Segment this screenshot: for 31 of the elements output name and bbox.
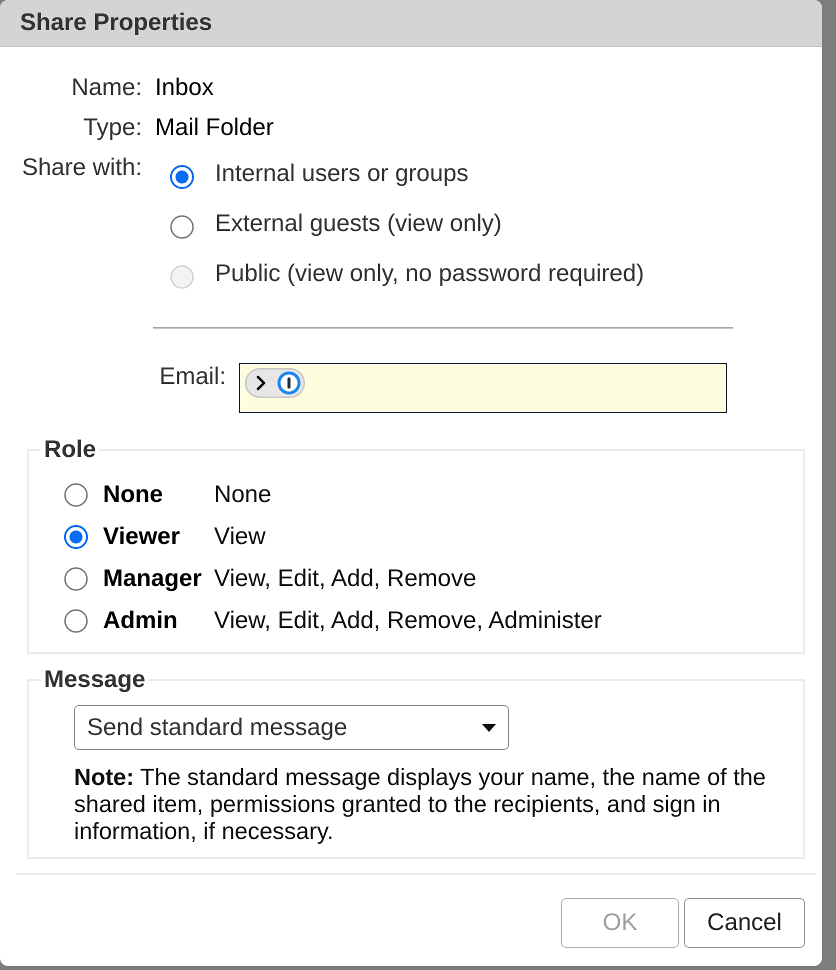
radio-button[interactable] (64, 525, 88, 549)
field-label: Share with: (20, 153, 142, 183)
field-value: Inbox (155, 73, 214, 103)
role-permissions: View, Edit, Add, Remove (214, 565, 476, 593)
role-permissions: View, Edit, Add, Remove, Administer (214, 607, 602, 635)
field-label: Type: (82, 113, 142, 143)
option-label[interactable]: External guests (view only) (215, 210, 502, 238)
radio-button[interactable] (170, 165, 194, 189)
radio-button[interactable] (64, 483, 88, 507)
role-name[interactable]: None (103, 481, 214, 509)
radio-button[interactable] (64, 567, 88, 591)
field-value: Mail Folder (155, 113, 274, 143)
dialog-button[interactable]: Cancel (684, 898, 805, 948)
role-name[interactable]: Viewer (103, 523, 214, 551)
role-name[interactable]: Admin (103, 607, 214, 635)
autofill-pill-icon[interactable] (245, 368, 305, 398)
section-legend: Role (41, 438, 100, 462)
role-permissions: None (214, 481, 272, 509)
role-name[interactable]: Manager (103, 565, 214, 593)
caret-icon (482, 724, 496, 732)
section-legend: Message (41, 668, 148, 692)
email-field[interactable] (239, 363, 727, 413)
field-label: Name: (70, 73, 142, 103)
radio-button[interactable] (170, 215, 194, 239)
option-label[interactable]: Internal users or groups (215, 160, 468, 188)
dialog-title: Share Properties (20, 9, 212, 37)
field-label: Email: (158, 363, 226, 392)
radio-button[interactable] (64, 609, 88, 633)
message-select[interactable]: Send standard message (74, 705, 509, 750)
note-text: Note: The standard message displays your name, the name of the shared item, permissions granted to the recipients, and sign in information, if necessary. (74, 764, 767, 845)
role-permissions: View (214, 523, 266, 551)
